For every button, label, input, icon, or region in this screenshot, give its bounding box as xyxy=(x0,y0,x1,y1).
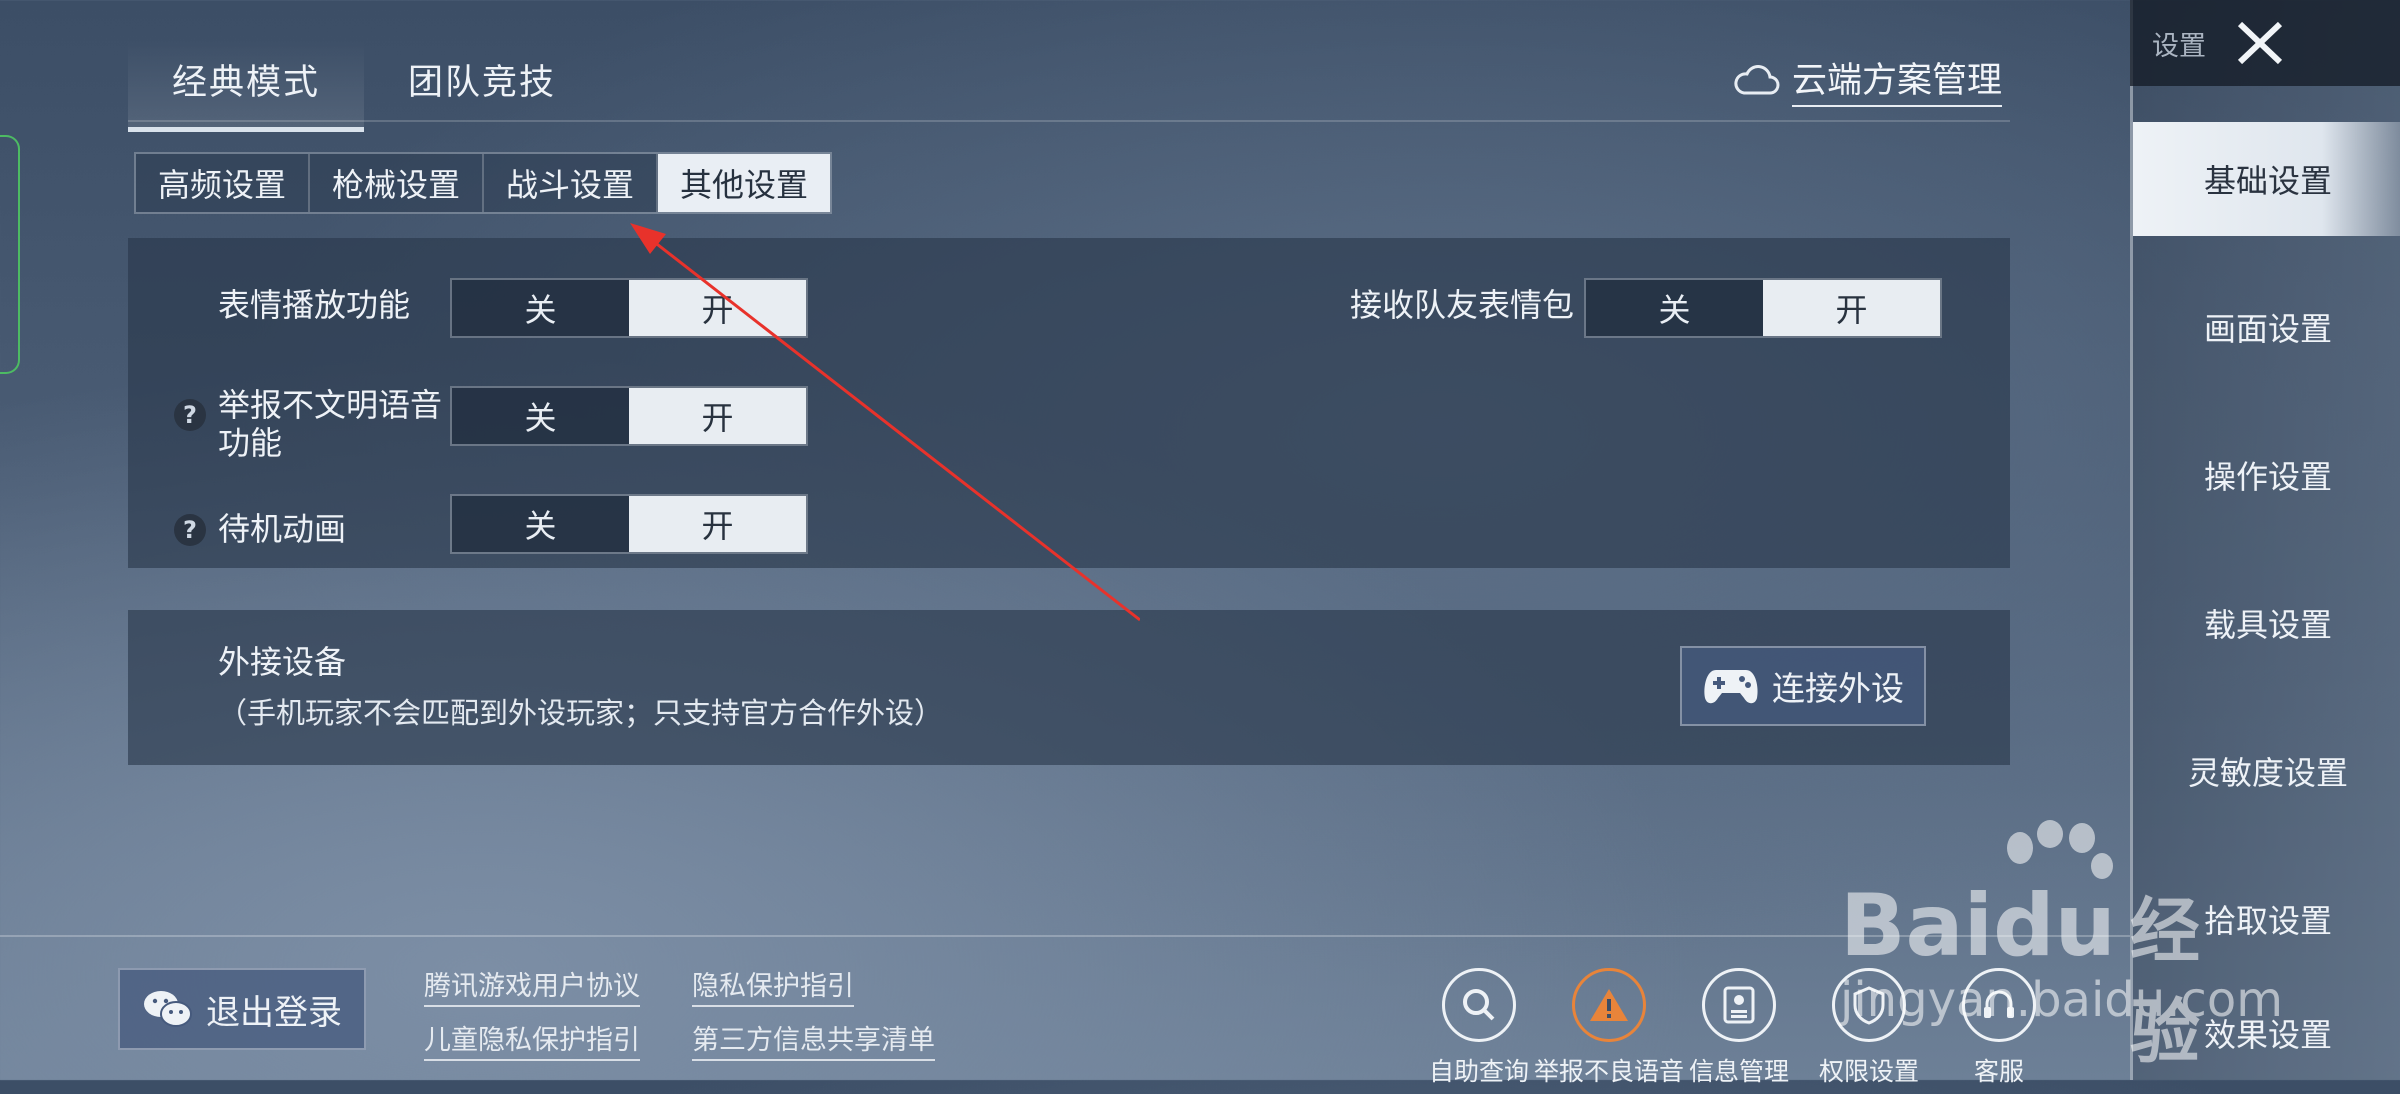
tab-classic-mode[interactable]: 经典模式 xyxy=(128,40,365,132)
cloud-plan-label: 云端方案管理 xyxy=(1792,52,2003,107)
tab-team-deathmatch[interactable]: 团队竞技 xyxy=(364,40,600,132)
emote-play-label: 表情播放功能 xyxy=(218,286,411,324)
idle-anim-off[interactable]: 关 xyxy=(452,496,629,552)
watermark-url: jingyan.baidu.com xyxy=(1840,972,2283,1028)
sidebar-header: 设置 xyxy=(2130,0,2400,86)
search-icon xyxy=(1442,968,1516,1042)
left-edge-frame xyxy=(0,135,20,374)
mode-tabs: 经典模式 团队竞技 xyxy=(128,40,600,132)
teammate-emote-on[interactable]: 开 xyxy=(1763,280,1940,336)
report-voice-off[interactable]: 关 xyxy=(452,388,629,444)
subtab-combat[interactable]: 战斗设置 xyxy=(484,154,659,212)
report-voice-label-line2: 功能 xyxy=(218,424,283,462)
cloud-icon xyxy=(1734,64,1780,94)
report-voice-bottom-label: 举报不良语音 xyxy=(1534,1057,1685,1086)
subtab-weapon[interactable]: 枪械设置 xyxy=(310,154,485,212)
info-manage-button[interactable]: 信息管理 xyxy=(1674,968,1804,1088)
logout-button[interactable]: 退出登录 xyxy=(118,968,366,1050)
connect-device-button[interactable]: 连接外设 xyxy=(1680,646,1926,726)
gamepad-icon xyxy=(1704,670,1758,704)
sidebar-item-basic[interactable]: 基础设置 xyxy=(2133,122,2400,236)
report-voice-label: 举报不文明语音 功能 xyxy=(218,386,442,462)
warning-icon xyxy=(1572,968,1646,1042)
link-child-privacy[interactable]: 儿童隐私保护指引 xyxy=(424,1018,640,1061)
annotation-arrow xyxy=(630,223,1140,622)
link-third-party-list[interactable]: 第三方信息共享清单 xyxy=(692,1018,935,1061)
external-device-desc: （手机玩家不会匹配到外设玩家；只支持官方合作外设） xyxy=(218,696,944,730)
idle-anim-help-icon[interactable]: ? xyxy=(174,514,206,546)
idle-anim-label: 待机动画 xyxy=(218,510,347,548)
emote-play-off[interactable]: 关 xyxy=(452,280,629,336)
baidu-jingyan-watermark: Bai du 经验 jingyan.baidu.com xyxy=(1840,820,2283,1073)
info-manage-label: 信息管理 xyxy=(1688,1057,1789,1086)
close-icon[interactable] xyxy=(2230,18,2290,68)
sidebar-title: 设置 xyxy=(2152,30,2206,62)
sub-tabs: 高频设置 枪械设置 战斗设置 其他设置 xyxy=(134,152,833,214)
sidebar-item-graphics[interactable]: 画面设置 xyxy=(2133,270,2400,384)
external-device-title: 外接设备 xyxy=(218,643,347,681)
report-voice-help-icon[interactable]: ? xyxy=(174,399,206,431)
watermark-brand: Bai xyxy=(1840,876,1994,976)
report-voice-label-line1: 举报不文明语音 xyxy=(218,386,443,424)
logout-label: 退出登录 xyxy=(206,992,342,1033)
watermark-brand2: du xyxy=(1993,876,2116,976)
sidebar-item-controls[interactable]: 操作设置 xyxy=(2133,418,2400,532)
top-divider xyxy=(128,120,2010,122)
report-voice-button[interactable]: 举报不良语音 xyxy=(1534,968,1684,1088)
bottom-divider xyxy=(0,935,2130,937)
teammate-emote-label: 接收队友表情包 xyxy=(1350,286,1575,324)
teammate-emote-off[interactable]: 关 xyxy=(1586,280,1763,336)
self-query-button[interactable]: 自助查询 xyxy=(1414,968,1544,1088)
connect-device-label: 连接外设 xyxy=(1772,669,1904,708)
cloud-plan-button[interactable]: 云端方案管理 xyxy=(1732,52,2003,107)
self-query-label: 自助查询 xyxy=(1428,1057,1529,1086)
subtab-other[interactable]: 其他设置 xyxy=(658,154,831,212)
link-privacy-guide[interactable]: 隐私保护指引 xyxy=(692,964,854,1007)
sidebar-item-sensitivity[interactable]: 灵敏度设置 xyxy=(2133,714,2400,828)
subtab-high-freq[interactable]: 高频设置 xyxy=(136,154,311,212)
sidebar-item-vehicle[interactable]: 载具设置 xyxy=(2133,566,2400,680)
link-user-agreement[interactable]: 腾讯游戏用户协议 xyxy=(424,964,640,1007)
wechat-icon xyxy=(144,991,192,1027)
teammate-emote-toggle: 关 开 xyxy=(1584,278,1942,338)
id-card-icon xyxy=(1702,968,1776,1042)
